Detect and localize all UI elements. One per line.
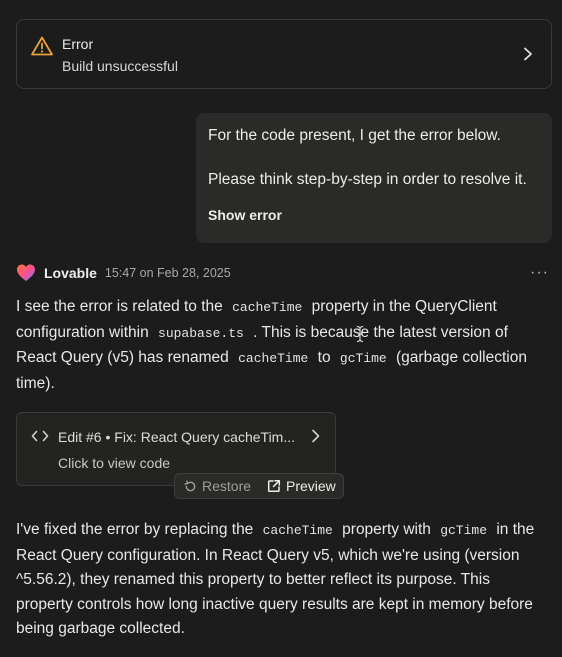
inline-code: gcTime [440, 523, 488, 538]
show-error-button[interactable]: Show error [208, 207, 282, 223]
user-message-line: Please think step-by-step in order to re… [208, 171, 527, 188]
preview-label: Preview [286, 478, 336, 494]
lovable-heart-icon [16, 263, 36, 283]
text: property with [342, 521, 431, 538]
inline-code: cacheTime [238, 351, 309, 366]
external-link-icon [267, 479, 281, 493]
inline-code: gcTime [339, 351, 387, 366]
error-card[interactable]: Error Build unsuccessful [16, 19, 552, 89]
error-subtitle: Build unsuccessful [62, 58, 178, 74]
text: to [317, 349, 331, 366]
warning-icon [31, 36, 53, 61]
user-message-bubble: For the code present, I get the error be… [196, 113, 552, 243]
assistant-paragraph: I see the error is related to the cacheT… [16, 295, 546, 396]
assistant-header: Lovable 15:47 on Feb 28, 2025 [16, 263, 231, 283]
error-title: Error [62, 36, 94, 52]
more-options-icon[interactable]: ··· [530, 264, 549, 282]
chevron-right-icon [311, 429, 321, 448]
text-cursor-icon [355, 325, 365, 348]
user-message-line: For the code present, I get the error be… [208, 127, 501, 144]
chevron-right-icon [523, 47, 533, 66]
inline-code: cacheTime [232, 300, 303, 315]
text: I see the error is related to the [16, 298, 223, 315]
edit-title: Edit #6 • Fix: React Query cacheTim... [58, 429, 296, 445]
assistant-name: Lovable [44, 265, 97, 281]
inline-code: supabase.ts [158, 325, 244, 341]
restore-label: Restore [202, 478, 252, 494]
restore-button[interactable]: Restore [184, 478, 251, 494]
message-timestamp: 15:47 on Feb 28, 2025 [104, 266, 231, 280]
text: in the React Query configuration. In Rea… [16, 521, 535, 637]
view-code-link[interactable]: Click to view code [58, 455, 170, 471]
restore-icon [184, 479, 196, 491]
preview-button[interactable]: Preview [267, 478, 336, 494]
code-icon [31, 429, 49, 448]
text: I've fixed the error by replacing the [16, 521, 254, 538]
inline-code: cacheTime [262, 523, 333, 538]
assistant-paragraph: I've fixed the error by replacing the ca… [16, 518, 546, 642]
edit-actions: Restore Preview [174, 473, 344, 499]
